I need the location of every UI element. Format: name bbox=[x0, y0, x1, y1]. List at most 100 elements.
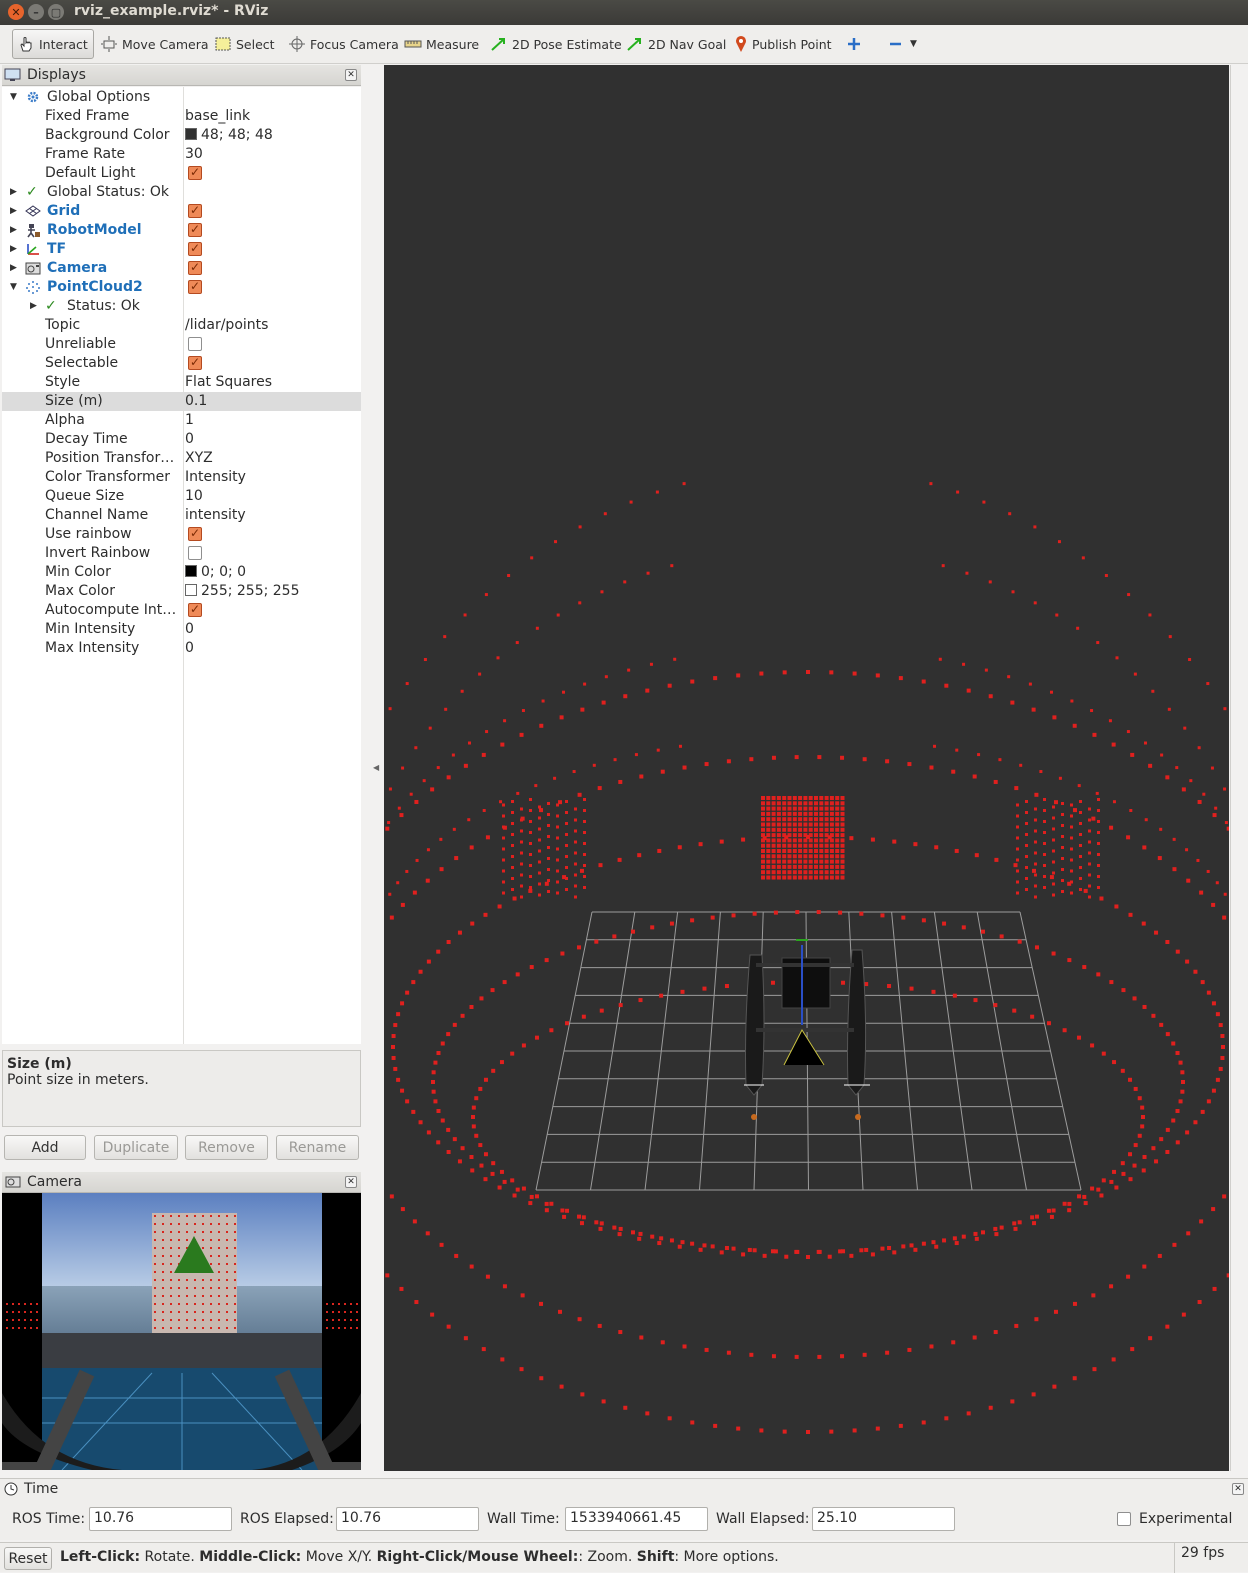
property-value[interactable]: base_link bbox=[185, 107, 250, 126]
property-value[interactable]: Intensity bbox=[185, 468, 246, 487]
experimental-checkbox[interactable] bbox=[1117, 1512, 1131, 1526]
property-value[interactable]: XYZ bbox=[185, 449, 213, 468]
tf-enabled-checkbox[interactable] bbox=[188, 239, 202, 258]
cloud-point bbox=[502, 814, 505, 818]
add-tool-button[interactable] bbox=[842, 29, 870, 59]
publish-point-tool-button[interactable]: Publish Point bbox=[730, 29, 836, 59]
remove-display-button[interactable]: Remove bbox=[185, 1135, 268, 1160]
autocompute-checkbox[interactable] bbox=[188, 600, 202, 619]
property-row[interactable]: Channel Name intensity bbox=[2, 506, 361, 525]
collapse-arrow-icon[interactable]: ▶ bbox=[10, 183, 17, 202]
move-camera-tool-button[interactable]: Move Camera bbox=[96, 29, 213, 59]
property-row[interactable]: Background Color 48; 48; 48 bbox=[2, 126, 361, 145]
cloud-point bbox=[1206, 1099, 1211, 1104]
property-value[interactable]: 1 bbox=[185, 411, 194, 430]
selectable-checkbox[interactable] bbox=[188, 353, 202, 372]
expand-arrow-icon[interactable]: ▼ bbox=[10, 88, 17, 107]
collapse-arrow-icon[interactable]: ▶ bbox=[10, 240, 17, 259]
property-row[interactable]: Alpha 1 bbox=[2, 411, 361, 430]
wall-elapsed-field[interactable]: 25.10 bbox=[812, 1507, 955, 1531]
cloud-point bbox=[776, 849, 781, 853]
property-row[interactable]: Invert Rainbow bbox=[2, 544, 361, 563]
property-row[interactable]: Max Intensity 0 bbox=[2, 639, 361, 658]
property-value[interactable]: 30 bbox=[185, 145, 203, 164]
property-row[interactable]: Min Intensity 0 bbox=[2, 620, 361, 639]
property-value[interactable]: 10 bbox=[185, 487, 203, 506]
tree-item-pointcloud2[interactable]: ▼ PointCloud2 bbox=[2, 277, 361, 297]
property-row[interactable]: Unreliable bbox=[2, 335, 361, 354]
close-window-icon[interactable]: ✕ bbox=[8, 4, 24, 20]
close-panel-icon[interactable]: ✕ bbox=[345, 1176, 357, 1188]
collapse-arrow-icon[interactable]: ▶ bbox=[30, 297, 37, 316]
tree-item-global-options[interactable]: ▼ Global Options bbox=[2, 88, 361, 107]
collapse-left-dock-icon[interactable]: ◀ bbox=[373, 763, 381, 773]
cloud-point bbox=[446, 1324, 451, 1329]
select-tool-button[interactable]: Select bbox=[210, 29, 279, 59]
property-value[interactable]: 0 bbox=[185, 430, 194, 449]
property-row[interactable]: Use rainbow bbox=[2, 524, 361, 544]
property-row[interactable]: Frame Rate 30 bbox=[2, 145, 361, 164]
grid-enabled-checkbox[interactable] bbox=[188, 201, 202, 220]
tree-item-status[interactable]: ▶ ✓ Status: Ok bbox=[2, 297, 361, 316]
property-row[interactable]: Default Light bbox=[2, 163, 361, 183]
add-display-button[interactable]: Add bbox=[4, 1135, 86, 1160]
property-row[interactable]: Topic/lidar/points bbox=[2, 316, 361, 335]
collapse-arrow-icon[interactable]: ▶ bbox=[10, 259, 17, 278]
measure-tool-button[interactable]: Measure bbox=[400, 29, 483, 59]
wall-time-field[interactable]: 1533940661.45 bbox=[565, 1507, 708, 1531]
property-value[interactable]: 48; 48; 48 bbox=[185, 126, 273, 145]
pose-estimate-tool-button[interactable]: 2D Pose Estimate bbox=[486, 29, 626, 59]
property-value[interactable]: 0.1 bbox=[185, 392, 207, 411]
property-value[interactable]: /lidar/points bbox=[185, 316, 268, 335]
property-row[interactable]: Queue Size 10 bbox=[2, 487, 361, 506]
camera-enabled-checkbox[interactable] bbox=[188, 258, 202, 277]
property-row[interactable]: Selectable bbox=[2, 353, 361, 373]
collapse-arrow-icon[interactable]: ▶ bbox=[10, 221, 17, 240]
property-value[interactable]: Flat Squares bbox=[185, 373, 272, 392]
property-row[interactable]: Autocompute Int… bbox=[2, 600, 361, 620]
robotmodel-enabled-checkbox[interactable] bbox=[188, 220, 202, 239]
tree-item-robotmodel[interactable]: ▶ RobotModel bbox=[2, 220, 361, 240]
property-value[interactable]: 0 bbox=[185, 639, 194, 658]
property-row-selected[interactable]: Size (m) 0.1 bbox=[2, 392, 361, 411]
expand-arrow-icon[interactable]: ▼ bbox=[10, 278, 17, 297]
close-panel-icon[interactable]: ✕ bbox=[345, 69, 357, 81]
duplicate-display-button[interactable]: Duplicate bbox=[94, 1135, 178, 1160]
pointcloud2-enabled-checkbox[interactable] bbox=[188, 277, 202, 296]
property-value[interactable]: 0; 0; 0 bbox=[185, 563, 246, 582]
collapse-arrow-icon[interactable]: ▶ bbox=[10, 202, 17, 221]
property-row[interactable]: Min Color 0; 0; 0 bbox=[2, 563, 361, 582]
ros-time-field[interactable]: 10.76 bbox=[89, 1507, 232, 1531]
minimize-window-icon[interactable]: – bbox=[28, 4, 44, 20]
property-row[interactable]: Position Transfor… XYZ bbox=[2, 449, 361, 468]
cloud-point bbox=[713, 676, 718, 681]
tree-item-global-status[interactable]: ▶ ✓ Global Status: Ok bbox=[2, 183, 361, 202]
camera-view[interactable] bbox=[2, 1193, 361, 1470]
close-panel-icon[interactable]: ✕ bbox=[1232, 1483, 1244, 1495]
3d-viewport[interactable] bbox=[384, 65, 1229, 1471]
tree-item-grid[interactable]: ▶ Grid bbox=[2, 201, 361, 221]
property-row[interactable]: Max Color 255; 255; 255 bbox=[2, 582, 361, 601]
focus-camera-tool-button[interactable]: Focus Camera bbox=[284, 29, 403, 59]
reset-button[interactable]: Reset bbox=[4, 1547, 52, 1570]
property-row[interactable]: Fixed Frame base_link bbox=[2, 107, 361, 126]
property-value[interactable]: intensity bbox=[185, 506, 246, 525]
interact-tool-button[interactable]: Interact bbox=[12, 29, 94, 59]
tree-item-tf[interactable]: ▶ TF bbox=[2, 239, 361, 259]
invert-rainbow-checkbox[interactable] bbox=[188, 546, 202, 560]
unreliable-checkbox[interactable] bbox=[188, 337, 202, 351]
camera-cloud-point bbox=[194, 1223, 196, 1225]
nav-goal-tool-button[interactable]: 2D Nav Goal bbox=[622, 29, 730, 59]
maximize-window-icon[interactable]: ▢ bbox=[48, 4, 64, 20]
property-value[interactable]: 255; 255; 255 bbox=[185, 582, 300, 601]
property-row[interactable]: Decay Time 0 bbox=[2, 430, 361, 449]
use-rainbow-checkbox[interactable] bbox=[188, 524, 202, 543]
remove-tool-button[interactable]: ▼ bbox=[884, 29, 921, 59]
rename-display-button[interactable]: Rename bbox=[276, 1135, 359, 1160]
property-value[interactable]: 0 bbox=[185, 620, 194, 639]
default-light-checkbox[interactable] bbox=[188, 163, 202, 182]
tree-item-camera[interactable]: ▶ Camera bbox=[2, 258, 361, 278]
property-row[interactable]: Style Flat Squares bbox=[2, 373, 361, 392]
ros-elapsed-field[interactable]: 10.76 bbox=[336, 1507, 479, 1531]
property-row[interactable]: Color Transformer Intensity bbox=[2, 468, 361, 487]
